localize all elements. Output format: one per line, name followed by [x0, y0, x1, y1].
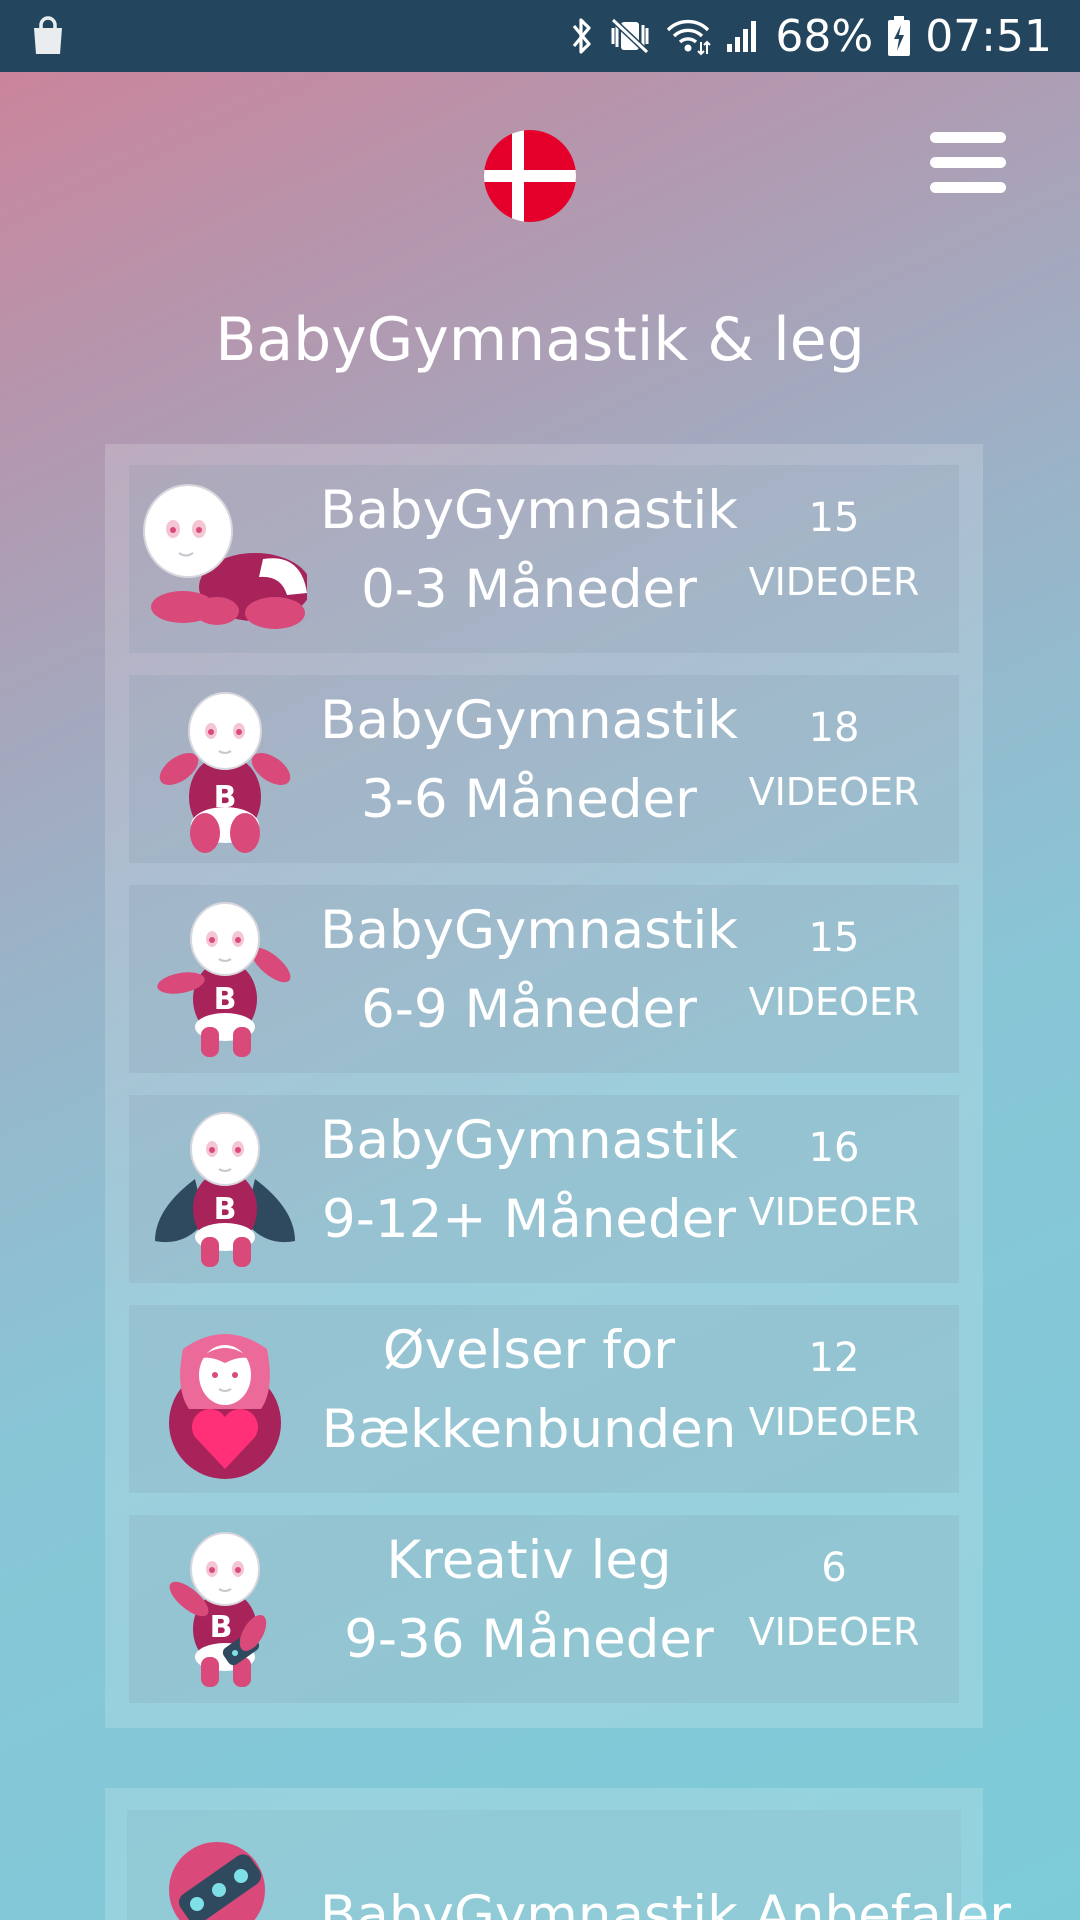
svg-text:B: B: [210, 1610, 233, 1645]
battery-charging-icon: [888, 16, 911, 56]
course-title: Kreativ leg: [386, 1530, 672, 1591]
course-card-pelvic-floor[interactable]: Øvelser for Bækkenbunden 12 VIDEOER: [129, 1305, 959, 1493]
recommendations-card[interactable]: BabyGymnastik Anbefaler: [127, 1810, 1011, 1920]
course-subtitle: 9-36 Måneder: [344, 1609, 714, 1670]
battery-percent: 68%: [775, 10, 874, 62]
danish-flag-language-icon[interactable]: [484, 130, 576, 222]
hamburger-menu-icon[interactable]: [928, 128, 1008, 196]
course-card-3-6-months[interactable]: B BabyGymnastik 3-6 Måneder 18 VIDEOER: [129, 675, 959, 863]
video-count-unit: VIDEOER: [748, 1190, 920, 1234]
course-list: BabyGymnastik 0-3 Måneder 15 VIDEOER B B…: [105, 444, 983, 1728]
svg-text:B: B: [214, 1192, 237, 1227]
video-count: 15: [808, 915, 860, 961]
course-title: BabyGymnastik: [320, 690, 738, 751]
wifi-icon: [667, 19, 712, 56]
video-count-unit: VIDEOER: [748, 770, 920, 814]
app-screen: 68% 07:51 BabyGymnastik & leg BabyGymnas…: [0, 0, 1080, 1920]
video-count-unit: VIDEOER: [748, 1400, 920, 1444]
signal-icon: [727, 21, 757, 52]
recommendations-section: BabyGymnastik Anbefaler: [105, 1788, 1011, 1920]
sitting-baby-icon: B: [159, 692, 291, 853]
video-count: 15: [808, 495, 860, 541]
course-subtitle: 9-12+ Måneder: [322, 1189, 736, 1250]
caped-baby-icon: B: [155, 1112, 295, 1267]
svg-text:B: B: [214, 982, 237, 1017]
video-count: 12: [808, 1335, 860, 1381]
course-title: Øvelser for: [382, 1320, 676, 1381]
mother-heart-icon: [169, 1334, 281, 1479]
video-count-unit: VIDEOER: [748, 980, 920, 1024]
video-count-unit: VIDEOER: [748, 560, 920, 604]
course-card-6-9-months[interactable]: B BabyGymnastik 6-9 Måneder 15 VIDEOER: [129, 885, 959, 1073]
course-card-0-3-months[interactable]: BabyGymnastik 0-3 Måneder 15 VIDEOER: [129, 465, 959, 653]
toy-icon: [169, 1842, 265, 1920]
course-card-creative-play[interactable]: B Kreativ leg 9-36 Måneder 6 VIDEOER: [129, 1515, 959, 1703]
recommendations-label: BabyGymnastik Anbefaler: [320, 1885, 1011, 1920]
course-subtitle: 6-9 Måneder: [361, 979, 697, 1040]
svg-text:B: B: [214, 780, 237, 815]
course-subtitle: Bækkenbunden: [321, 1399, 737, 1460]
page-title: BabyGymnastik & leg: [215, 305, 865, 375]
shopping-bag-icon: [34, 16, 62, 54]
course-card-9-12-months[interactable]: B BabyGymnastik 9-12+ Måneder 16 VIDEOER: [129, 1095, 959, 1283]
standing-baby-icon: B: [157, 902, 291, 1057]
course-title: BabyGymnastik: [320, 900, 738, 961]
video-count: 16: [808, 1125, 860, 1171]
course-title: BabyGymnastik: [320, 1110, 738, 1171]
video-count-unit: VIDEOER: [748, 1610, 920, 1654]
crawling-baby-icon: [143, 484, 307, 629]
video-count: 6: [821, 1545, 847, 1591]
bluetooth-icon: [573, 18, 591, 54]
clock: 07:51: [925, 10, 1052, 62]
playing-baby-icon: B: [169, 1532, 267, 1687]
course-subtitle: 3-6 Måneder: [361, 769, 697, 830]
course-subtitle: 0-3 Måneder: [361, 559, 697, 620]
status-bar: 68% 07:51: [0, 0, 1080, 72]
status-icons: 68% 07:51: [569, 0, 1052, 72]
video-count: 18: [808, 705, 860, 751]
vibrate-mute-icon: [611, 17, 650, 55]
course-title: BabyGymnastik: [320, 480, 738, 541]
